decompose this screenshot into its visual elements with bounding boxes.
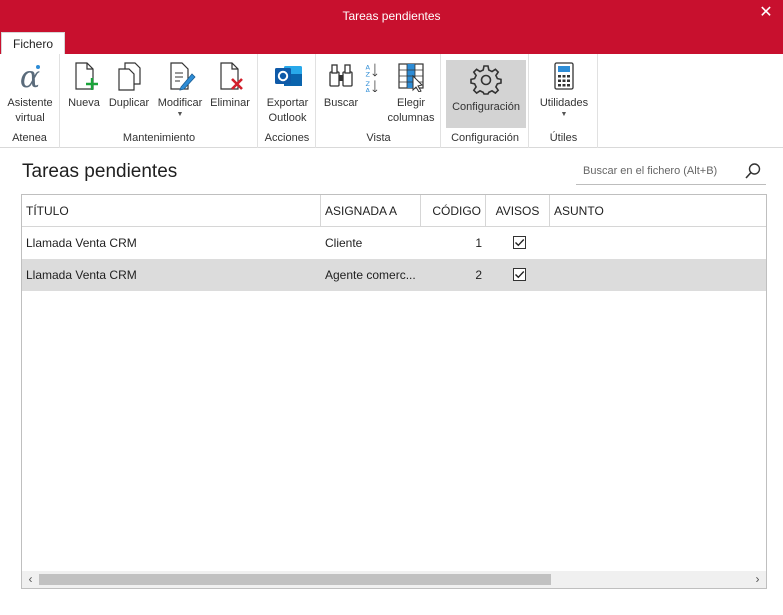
cell-titulo: Llamada Venta CRM	[26, 268, 137, 282]
horizontal-scrollbar[interactable]: ‹ ›	[22, 571, 766, 588]
group-label-configuracion: Configuración	[451, 132, 519, 144]
tab-fichero[interactable]: Fichero	[1, 32, 65, 54]
edit-document-icon	[170, 62, 196, 91]
table-row[interactable]: Llamada Venta CRM Agente comerc... 2	[22, 259, 766, 291]
elegir-columnas-label: Elegir columnas	[387, 97, 435, 124]
column-header-asunto[interactable]: ASUNTO	[550, 195, 766, 227]
title-bar: Tareas pendientes ✕	[0, 0, 783, 32]
search-icon[interactable]	[744, 162, 762, 180]
group-label-atenea: Atenea	[12, 132, 47, 144]
group-label-utiles: Útiles	[549, 132, 578, 144]
checkmark-icon	[515, 271, 525, 279]
ribbon-tab-strip: Fichero	[0, 32, 783, 54]
modificar-dropdown-arrow-icon: ▼	[176, 111, 184, 118]
nueva-label: Nueva	[68, 97, 100, 109]
nueva-button[interactable]: Nueva	[64, 60, 104, 111]
configuracion-label: Configuración	[452, 101, 520, 113]
cell-titulo: Llamada Venta CRM	[26, 236, 137, 250]
cell-asunto	[550, 227, 766, 259]
duplicate-icon	[118, 62, 141, 91]
utilidades-dropdown-arrow-icon: ▼	[560, 111, 568, 118]
new-document-icon	[75, 62, 98, 90]
modificar-button[interactable]: Modificar ▼	[154, 60, 206, 119]
group-label-acciones: Acciones	[264, 132, 310, 144]
cell-asignada: Agente comerc...	[325, 268, 416, 282]
ribbon-group-mantenimiento: Nueva Duplicar Modificar ▼ Eliminar Mant…	[61, 54, 258, 148]
eliminar-button[interactable]: Eliminar	[208, 60, 252, 111]
column-header-avisos[interactable]: AVISOS	[486, 195, 550, 227]
configuracion-button[interactable]: Configuración	[446, 60, 526, 128]
ordenar-button[interactable]: A Z Z A	[361, 60, 383, 92]
ribbon: α Asistente virtual Atenea Nueva Duplica…	[0, 54, 783, 148]
duplicar-button[interactable]: Duplicar	[106, 60, 152, 111]
outlook-icon	[274, 66, 302, 86]
duplicar-label: Duplicar	[108, 97, 150, 109]
close-icon[interactable]: ✕	[755, 3, 777, 25]
buscar-button[interactable]: Buscar	[321, 60, 361, 111]
utilidades-button[interactable]: Utilidades ▼	[534, 60, 594, 119]
binoculars-icon	[329, 64, 353, 87]
svg-text:α: α	[20, 60, 40, 92]
cell-codigo: 1	[475, 236, 482, 250]
ribbon-group-atenea: α Asistente virtual Atenea	[0, 54, 60, 148]
svg-text:Z: Z	[365, 71, 370, 79]
group-label-vista: Vista	[366, 132, 391, 144]
cell-codigo: 2	[475, 268, 482, 282]
column-header-asignada[interactable]: ASIGNADA A	[321, 195, 421, 227]
buscar-label: Buscar	[323, 97, 359, 109]
delete-document-icon	[220, 62, 243, 90]
cell-asunto	[550, 259, 766, 291]
eliminar-label: Eliminar	[210, 97, 250, 109]
cell-asignada: Cliente	[325, 236, 363, 250]
scrollbar-thumb[interactable]	[39, 574, 551, 585]
scroll-left-icon[interactable]: ‹	[22, 571, 39, 588]
group-label-mantenimiento: Mantenimiento	[122, 132, 196, 144]
choose-columns-icon	[398, 63, 424, 92]
avisos-checkbox[interactable]	[513, 268, 526, 281]
ribbon-group-acciones: Exportar Outlook Acciones	[259, 54, 316, 148]
ribbon-group-vista: Buscar A Z Z A Elegir columnas Vista	[317, 54, 441, 148]
grid-header: TÍTULO ASIGNADA A CÓDIGO AVISOS ASUNTO	[22, 195, 766, 227]
sort-az-icon: A Z Z A	[365, 63, 378, 92]
svg-text:A: A	[365, 87, 370, 92]
asistente-virtual-label: Asistente virtual	[7, 97, 53, 124]
column-header-codigo[interactable]: CÓDIGO	[421, 195, 486, 227]
checkmark-icon	[515, 239, 525, 247]
scroll-right-icon[interactable]: ›	[749, 571, 766, 588]
ribbon-group-utiles: Utilidades ▼ Útiles	[530, 54, 598, 148]
exportar-outlook-label: Exportar Outlook	[266, 97, 309, 124]
search-box[interactable]: Buscar en el fichero (Alt+B)	[576, 159, 766, 185]
calculator-icon	[554, 62, 574, 90]
tasks-grid: TÍTULO ASIGNADA A CÓDIGO AVISOS ASUNTO L…	[21, 194, 767, 589]
column-header-titulo[interactable]: TÍTULO	[22, 195, 321, 227]
asistente-virtual-button[interactable]: α Asistente virtual	[3, 60, 57, 126]
elegir-columnas-button[interactable]: Elegir columnas	[385, 60, 437, 126]
modificar-label: Modificar	[157, 97, 203, 109]
page-title: Tareas pendientes	[22, 161, 178, 182]
utilidades-label: Utilidades	[539, 97, 589, 109]
exportar-outlook-button[interactable]: Exportar Outlook	[262, 60, 313, 126]
gear-icon	[470, 65, 502, 95]
alpha-assistant-icon: α	[20, 60, 40, 92]
avisos-checkbox[interactable]	[513, 236, 526, 249]
table-row[interactable]: Llamada Venta CRM Cliente 1	[22, 227, 766, 259]
ribbon-group-configuracion: Configuración Configuración	[442, 54, 529, 148]
window-title: Tareas pendientes	[342, 9, 441, 23]
search-input[interactable]: Buscar en el fichero (Alt+B)	[583, 165, 717, 177]
